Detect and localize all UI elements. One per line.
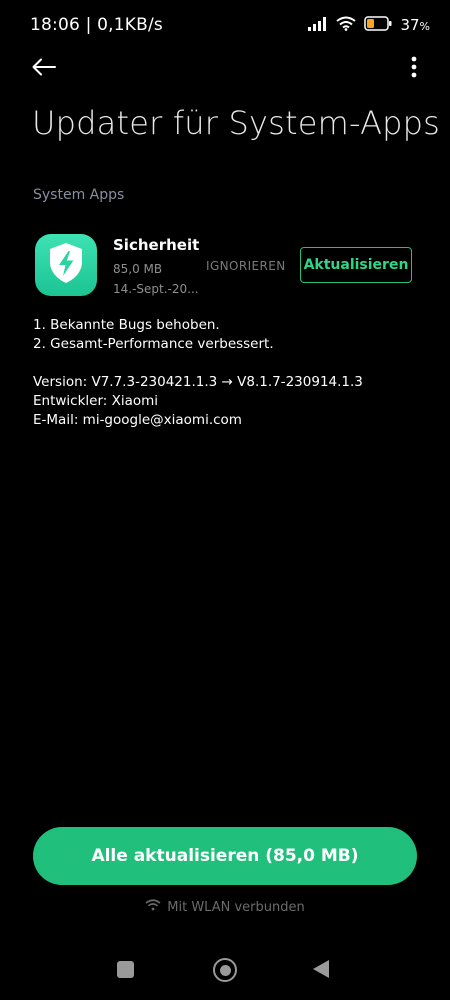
email-info: E-Mail: mi-google@xiaomi.com	[33, 412, 242, 428]
section-label: System Apps	[33, 187, 125, 203]
arrow-left-icon	[32, 58, 56, 80]
recents-button[interactable]	[117, 961, 134, 978]
home-icon	[219, 964, 231, 976]
wifi-status: Mit WLAN verbunden	[0, 899, 450, 915]
app-date: 14.-Sept.-20...	[113, 282, 199, 296]
update-all-button[interactable]: Alle aktualisieren (85,0 MB)	[33, 827, 417, 885]
wifi-icon	[336, 16, 357, 35]
page-title: Updater für System-Apps	[32, 104, 441, 142]
release-notes: 1. Bekannte Bugs behoben. 2. Gesamt-Perf…	[33, 316, 363, 430]
release-note-line: 2. Gesamt-Performance verbessert.	[33, 336, 274, 352]
battery-icon	[364, 15, 392, 35]
developer-info: Entwickler: Xiaomi	[33, 393, 159, 409]
wifi-status-text: Mit WLAN verbunden	[167, 899, 305, 915]
more-options-button[interactable]	[408, 54, 420, 84]
back-button[interactable]	[28, 54, 60, 84]
app-name: Sicherheit	[113, 236, 200, 254]
back-nav-button[interactable]	[313, 960, 329, 978]
signal-icon	[308, 16, 328, 35]
status-icons: 37%	[308, 14, 430, 36]
update-button[interactable]: Aktualisieren	[300, 247, 412, 283]
home-button[interactable]	[213, 958, 237, 982]
battery-percent: 37%	[400, 16, 430, 34]
app-icon	[35, 234, 97, 296]
release-note-line: 1. Bekannte Bugs behoben.	[33, 317, 220, 333]
app-size: 85,0 MB	[113, 262, 163, 276]
status-time-network: 18:06 | 0,1KB/s	[30, 15, 163, 35]
more-vertical-icon	[411, 56, 417, 82]
shield-bolt-icon	[47, 242, 85, 288]
wifi-icon	[145, 899, 161, 915]
version-info: Version: V7.7.3-230421.1.3 → V8.1.7-2309…	[33, 374, 363, 390]
ignore-button[interactable]: IGNORIEREN	[206, 259, 286, 273]
battery-fill	[367, 18, 375, 28]
